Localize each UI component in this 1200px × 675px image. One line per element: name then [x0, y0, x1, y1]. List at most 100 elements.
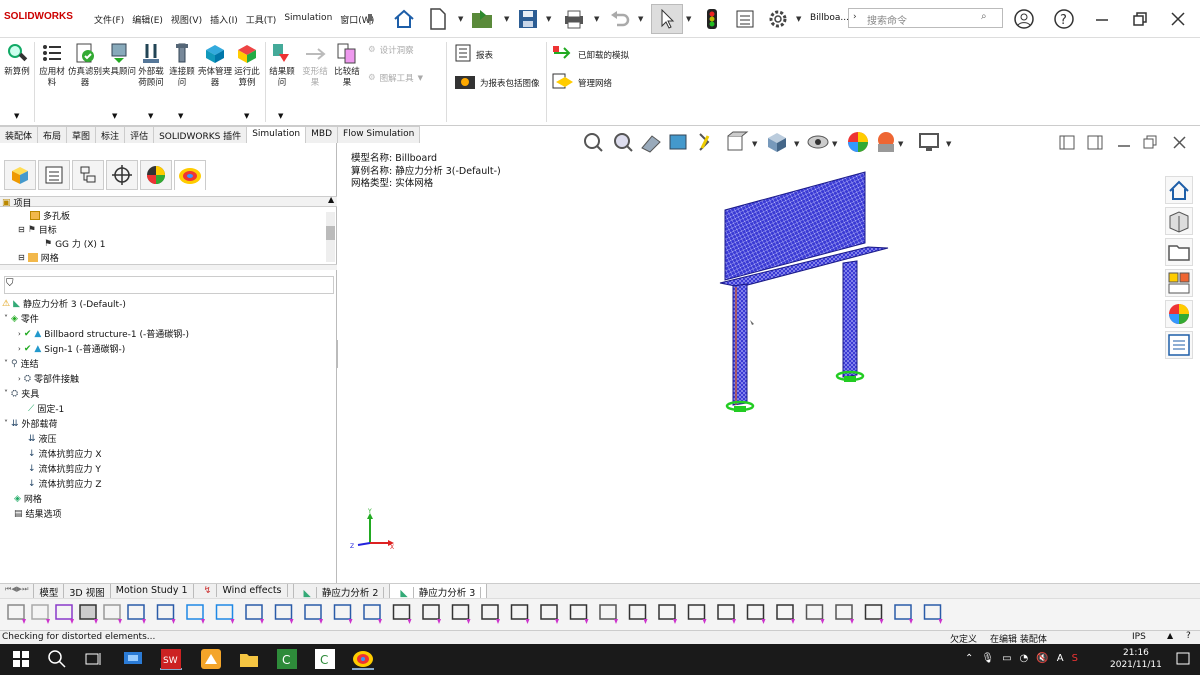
dynamic-annotation-icon[interactable]: [699, 133, 710, 151]
sketch-app-icon[interactable]: [200, 648, 222, 670]
tab-sketch[interactable]: 草图: [67, 126, 97, 143]
filter-balloon-icon[interactable]: [569, 604, 589, 624]
plot-tools-button[interactable]: ⚙ 图解工具 ▼: [368, 72, 423, 84]
tab-model[interactable]: 模型: [34, 584, 65, 599]
filter-hole-callout-icon[interactable]: [687, 604, 707, 624]
volume-mute-icon[interactable]: 🔇: [1036, 653, 1048, 664]
load-item-shear-x[interactable]: ↓ 流体抗剪应力 X: [28, 447, 102, 461]
units-dropdown-icon[interactable]: ▲: [1167, 631, 1173, 640]
new-study-button[interactable]: 新算例: [2, 42, 32, 78]
menu-view[interactable]: 视图(V): [167, 13, 206, 26]
fixture-dropdown-icon[interactable]: ▼: [112, 112, 117, 120]
tab-addins[interactable]: SOLIDWORKS 插件: [154, 126, 248, 143]
wifi-icon[interactable]: ◔: [1020, 653, 1029, 664]
expand-arrow-icon[interactable]: ›: [18, 345, 21, 353]
new-study-dropdown-icon[interactable]: ▼: [14, 112, 19, 120]
undo-icon[interactable]: [608, 6, 632, 32]
collapse-icon[interactable]: ⊟: [18, 225, 25, 234]
filter-sensor-icon[interactable]: [894, 604, 913, 624]
tab-markup[interactable]: 标注: [96, 126, 126, 143]
gear-icon[interactable]: [766, 6, 790, 32]
report-button[interactable]: 报表: [454, 44, 493, 65]
select-other-icon[interactable]: [103, 604, 122, 624]
split-right-icon[interactable]: [1087, 135, 1103, 150]
connections-advisor-button[interactable]: 连接顾问: [166, 42, 198, 89]
menu-simulation[interactable]: Simulation: [280, 13, 336, 26]
tab-evaluate[interactable]: 评估: [125, 126, 155, 143]
filter-surface-icon[interactable]: [215, 604, 235, 624]
results-dropdown-icon[interactable]: ▼: [278, 112, 283, 120]
collapse-arrow-icon[interactable]: ˅: [4, 359, 8, 368]
rebuild-traffic-light-icon[interactable]: [700, 6, 724, 32]
filter-axis-icon[interactable]: [274, 604, 294, 624]
simulation-taskbar-icon[interactable]: [352, 648, 374, 670]
connection-item-contact[interactable]: › ⛭ 零部件接触: [18, 372, 79, 386]
undo-dropdown-icon[interactable]: ▼: [638, 15, 645, 23]
filter-shell-icon[interactable]: [923, 604, 943, 624]
view-orientation-icon[interactable]: [727, 131, 749, 151]
fixture-item-fixed[interactable]: ⟋ 固定-1: [28, 402, 64, 416]
viewport-close-icon[interactable]: [1173, 136, 1186, 149]
billboard-mesh-model[interactable]: [700, 165, 900, 420]
new-document-icon[interactable]: [426, 6, 450, 32]
loads-folder[interactable]: ˅ ⇊ 外部载荷: [4, 417, 58, 431]
results-advisor-button[interactable]: 结果顾问: [267, 42, 297, 89]
menu-edit[interactable]: 编辑(E): [128, 13, 167, 26]
menu-tools[interactable]: 工具(T): [242, 13, 281, 26]
filter-plane-icon[interactable]: [304, 604, 323, 624]
previous-view-icon[interactable]: [641, 135, 661, 153]
collapse-icon[interactable]: ⊟: [18, 253, 25, 262]
collapse-arrow-icon[interactable]: ˅: [4, 314, 8, 323]
filter-face-icon[interactable]: [186, 604, 205, 624]
design-insight-button[interactable]: ⚙ 设计洞察: [368, 44, 414, 56]
options-dropdown-icon[interactable]: ▼: [796, 15, 803, 23]
display-style-icon[interactable]: [768, 133, 786, 152]
viewport-restore-icon[interactable]: [1143, 135, 1157, 149]
section-view-icon[interactable]: [669, 134, 687, 150]
unloaded-sim-button[interactable]: 已卸载的模拟: [552, 44, 629, 65]
tab-wind-effects[interactable]: ↯ Wind effects: [194, 584, 294, 598]
filter-geometric-tolerance-icon[interactable]: [451, 604, 471, 624]
select-arrow-icon[interactable]: [79, 604, 98, 624]
select-dropdown-icon[interactable]: ▼: [686, 15, 693, 23]
zoom-to-fit-icon[interactable]: [584, 133, 603, 152]
tab-layout[interactable]: 布局: [38, 126, 68, 143]
shell-manager-button[interactable]: 壳体管理器: [198, 42, 232, 89]
menu-file[interactable]: 文件(F): [90, 13, 128, 26]
print-dropdown-icon[interactable]: ▼: [594, 15, 601, 23]
windows-start-icon[interactable]: [10, 648, 32, 670]
view-palette-icon[interactable]: [1165, 269, 1193, 297]
filter-annotation-icon[interactable]: [363, 604, 382, 624]
restore-icon[interactable]: [1128, 6, 1152, 32]
tray-expand-icon[interactable]: ⌃: [965, 653, 973, 664]
filter-note-icon[interactable]: [540, 604, 559, 624]
expand-arrow-icon[interactable]: ›: [18, 375, 21, 383]
mesh-item[interactable]: ◈ 网格: [14, 492, 42, 506]
filter-cosmetic-thread-icon[interactable]: [599, 604, 618, 624]
load-item-shear-y[interactable]: ↓ 流体抗剪应力 Y: [28, 462, 101, 476]
home-icon[interactable]: [392, 6, 416, 32]
parts-folder[interactable]: ˅ ◈ 零件: [4, 312, 39, 326]
collapse-arrow-icon[interactable]: ˅: [4, 389, 8, 398]
tab-scroll-arrows-icon[interactable]: ⏮◀▶⏭: [0, 584, 35, 598]
open-dropdown-icon[interactable]: ▼: [504, 15, 511, 23]
search-taskbar-icon[interactable]: [46, 648, 68, 670]
filter-toggle-icon[interactable]: [7, 604, 26, 624]
filter-clear-icon[interactable]: [31, 604, 50, 624]
network-icon[interactable]: ▭: [1002, 653, 1011, 664]
tab-simulation[interactable]: Simulation: [247, 126, 307, 143]
close-icon[interactable]: [1166, 6, 1190, 32]
filter-sketch-point-icon[interactable]: [333, 604, 353, 624]
filter-select-all-icon[interactable]: [55, 604, 74, 624]
property-manager-tab[interactable]: [38, 160, 70, 190]
scroll-up-icon[interactable]: ▲: [328, 195, 334, 204]
tab-assembly[interactable]: 装配体: [0, 126, 39, 143]
tab-flow-simulation[interactable]: Flow Simulation: [338, 126, 421, 143]
study-root[interactable]: ⚠ ◣ 静应力分析 3 (-Default-): [2, 297, 126, 311]
microphone-icon[interactable]: 🎙: [981, 653, 994, 664]
pin-icon[interactable]: [364, 6, 376, 32]
split-left-icon[interactable]: [1059, 135, 1075, 150]
filter-mesh-icon[interactable]: [805, 604, 825, 624]
tab-3d-view[interactable]: 3D 视图: [64, 584, 111, 599]
solidworks-resources-home-icon[interactable]: [1165, 176, 1193, 204]
